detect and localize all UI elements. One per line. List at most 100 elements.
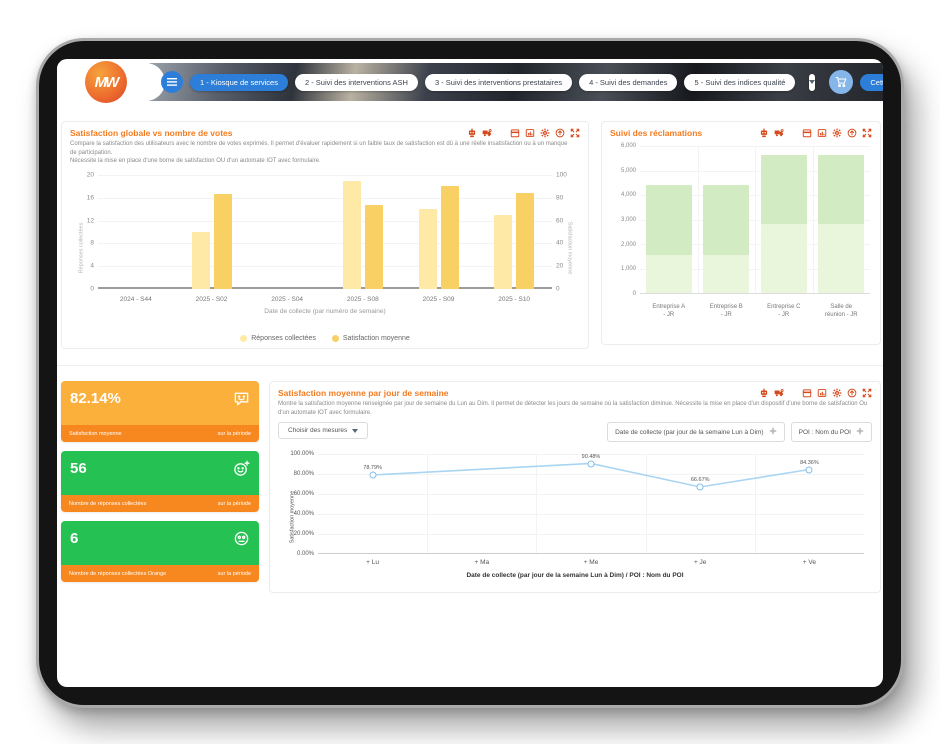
bar-upper-2[interactable] — [761, 155, 807, 225]
robot-icon[interactable] — [759, 388, 769, 398]
kpi-period: sur la période — [218, 571, 251, 577]
bar-responses-2025 - S02[interactable] — [192, 232, 210, 289]
upload-icon[interactable] — [847, 388, 857, 398]
choose-measures-button[interactable]: Choisir des mesures — [278, 422, 368, 439]
calendar-icon[interactable] — [802, 128, 812, 138]
calendar-icon[interactable] — [802, 388, 812, 398]
expand-icon[interactable] — [862, 128, 872, 138]
bar-lower-0[interactable] — [646, 255, 692, 293]
bar-upper-0[interactable] — [646, 185, 692, 255]
kpi-card-2[interactable]: 56Nombre de réponses collectéessur la pé… — [61, 451, 259, 512]
chart-image-icon[interactable] — [817, 388, 827, 398]
y-tick: 0.00% — [280, 551, 314, 557]
y-tick: 0 — [612, 291, 636, 297]
bar-responses-2025 - S10[interactable] — [494, 215, 512, 289]
data-point-Me[interactable] — [588, 460, 595, 467]
kpi-period: sur la période — [218, 431, 251, 437]
gridline — [98, 243, 552, 244]
bar-lower-2[interactable] — [761, 224, 807, 293]
chart-image-icon[interactable] — [817, 128, 827, 138]
bar-satisfaction-2025 - S09[interactable] — [441, 186, 459, 289]
gridline — [98, 175, 552, 176]
gear-icon[interactable] — [769, 427, 777, 437]
kpi-value: 6 — [70, 530, 250, 547]
expand-icon[interactable] — [570, 128, 580, 138]
period-selector[interactable]: Cette semaine — [860, 74, 883, 91]
nav-tabs: 1 - Kiosque de services 2 - Suivi des int… — [190, 74, 795, 91]
data-point-Ve[interactable] — [806, 466, 813, 473]
gear-icon[interactable] — [832, 388, 842, 398]
filter-chips: Date de collecte (par jour de la semaine… — [607, 422, 872, 442]
robot-icon[interactable] — [467, 128, 477, 138]
x-tick-label: + Ve — [803, 559, 816, 566]
filter-chip-label: Date de collecte (par jour de la semaine… — [615, 429, 764, 436]
y-tick: 60.00% — [280, 491, 314, 497]
nav-tab-1[interactable]: 1 - Kiosque de services — [190, 74, 288, 91]
bar-upper-3[interactable] — [818, 155, 864, 225]
menu-button[interactable] — [161, 71, 183, 93]
period-label: Cette semaine — [870, 78, 883, 87]
mw-logo[interactable]: MW — [85, 61, 127, 103]
data-point-label: 90.48% — [582, 454, 601, 460]
chart-image-icon[interactable] — [525, 128, 535, 138]
chart-legend: Réponses collectées Satisfaction moyenne — [70, 335, 580, 342]
bar-satisfaction-2025 - S02[interactable] — [214, 194, 232, 289]
nav-tab-5[interactable]: 5 - Suivi des indices qualité — [684, 74, 795, 91]
kpi-card-3[interactable]: 6 Nombre de réponses collectées Orangesur… — [61, 521, 259, 582]
truck-gear-icon[interactable] — [482, 128, 492, 138]
kpi-card-1[interactable]: 82.14%Satisfaction moyennesur la période — [61, 381, 259, 442]
robot-icon[interactable] — [759, 128, 769, 138]
cart-button[interactable] — [829, 70, 853, 94]
x-tick-label: 2025 - S10 — [498, 296, 530, 303]
data-point-label: 66.67% — [691, 477, 710, 483]
bar-lower-1[interactable] — [703, 255, 749, 293]
gear-icon[interactable] — [540, 128, 550, 138]
y-tick: 3,000 — [612, 217, 636, 223]
truck-gear-icon[interactable] — [774, 388, 784, 398]
bar-upper-1[interactable] — [703, 185, 749, 255]
x-axis-line — [98, 287, 552, 289]
legend-dot — [240, 335, 247, 342]
x-tick-label: + Me — [584, 559, 599, 566]
right-tick: 100 — [556, 172, 578, 179]
legend-item[interactable]: Réponses collectées — [240, 335, 316, 342]
bar-responses-2025 - S09[interactable] — [419, 209, 437, 289]
nav-tab-3[interactable]: 3 - Suivi des interventions prestataires — [425, 74, 572, 91]
hamburger-icon — [167, 78, 177, 86]
kpi-value: 56 — [70, 460, 250, 477]
nav-tab-2[interactable]: 2 - Suivi des interventions ASH — [295, 74, 418, 91]
bar-satisfaction-2025 - S10[interactable] — [516, 193, 534, 289]
expand-icon[interactable] — [862, 388, 872, 398]
upload-icon[interactable] — [847, 128, 857, 138]
filter-chip-1[interactable]: Date de collecte (par jour de la semaine… — [607, 422, 785, 442]
data-point-Lu[interactable] — [369, 472, 376, 479]
nav-more-dropdown[interactable] — [809, 74, 815, 91]
bar-lower-3[interactable] — [818, 224, 864, 293]
y-tick: 20.00% — [280, 531, 314, 537]
y-tick: 80.00% — [280, 471, 314, 477]
right-tick: 60 — [556, 217, 578, 224]
x-tick-label: + Je — [694, 559, 706, 566]
legend-item[interactable]: Satisfaction moyenne — [332, 335, 410, 342]
bar-responses-2025 - S08[interactable] — [343, 181, 361, 289]
panel-description: Compare la satisfaction des utilisateurs… — [70, 140, 570, 166]
calendar-icon[interactable] — [510, 128, 520, 138]
x-tick-label: + Ma — [474, 559, 489, 566]
chevron-down-icon — [809, 80, 815, 84]
plot-area — [98, 175, 552, 289]
filter-chip-2[interactable]: POI : Nom du POI — [791, 422, 872, 442]
gridline — [98, 221, 552, 222]
kpi-footer: Nombre de réponses collectées Orangesur … — [61, 565, 259, 582]
gear-icon[interactable] — [832, 128, 842, 138]
upload-icon[interactable] — [555, 128, 565, 138]
x-tick-label: 2025 - S08 — [347, 296, 379, 303]
plot-area: 78.79%90.48%66.67%84.36% — [318, 454, 864, 554]
y-tick: 5,000 — [612, 168, 636, 174]
nav-tab-4[interactable]: 4 - Suivi des demandes — [579, 74, 677, 91]
bar-satisfaction-2025 - S08[interactable] — [365, 205, 383, 289]
data-point-Je[interactable] — [697, 484, 704, 491]
truck-gear-icon[interactable] — [774, 128, 784, 138]
x-axis-title: Date de collecte (par jour de la semaine… — [278, 572, 872, 579]
gear-icon[interactable] — [856, 427, 864, 437]
weekday-line-chart: Satisfaction moyenne78.79%90.48%66.67%84… — [278, 450, 872, 578]
